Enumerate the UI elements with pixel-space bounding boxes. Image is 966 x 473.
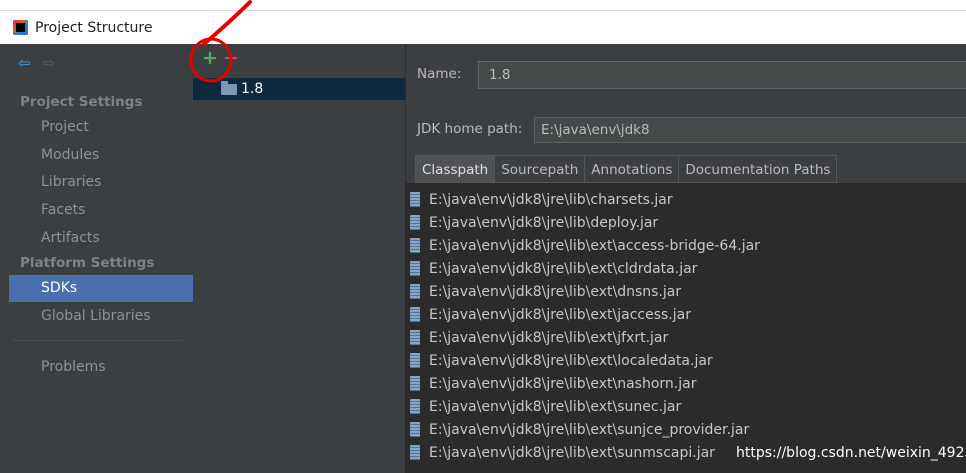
name-field[interactable]: 1.8 bbox=[478, 61, 966, 89]
title-bar: Project Structure bbox=[0, 10, 966, 44]
jar-icon bbox=[410, 353, 420, 368]
jar-icon bbox=[410, 399, 420, 414]
list-item[interactable]: E:\java\env\jdk8\jre\lib\ext\localedata.… bbox=[406, 349, 966, 372]
list-item[interactable]: E:\java\env\jdk8\jre\lib\ext\nashorn.jar bbox=[406, 372, 966, 395]
sdk-name: 1.8 bbox=[241, 81, 264, 97]
sdk-toolbar: + − bbox=[193, 44, 405, 74]
classpath-list: E:\java\env\jdk8\jre\lib\charsets.jar E:… bbox=[406, 183, 966, 473]
jar-path: E:\java\env\jdk8\jre\lib\ext\nashorn.jar bbox=[429, 375, 697, 392]
list-item[interactable]: E:\java\env\jdk8\jre\lib\ext\sunec.jar bbox=[406, 395, 966, 418]
back-arrow-icon[interactable]: ⇦ bbox=[18, 56, 31, 71]
jar-icon bbox=[410, 284, 420, 299]
classpath-tabs: Classpath Sourcepath Annotations Documen… bbox=[415, 155, 838, 183]
jar-path: E:\java\env\jdk8\jre\lib\deploy.jar bbox=[429, 214, 659, 231]
sidebar-item-problems[interactable]: Problems bbox=[9, 354, 193, 381]
jar-path: E:\java\env\jdk8\jre\lib\ext\sunmscapi.j… bbox=[429, 444, 715, 461]
app-icon bbox=[13, 20, 28, 35]
jdk-home-field[interactable]: E:\java\env\jdk8 bbox=[534, 117, 966, 143]
sidebar-item-modules[interactable]: Modules bbox=[9, 142, 193, 169]
jar-path: E:\java\env\jdk8\jre\lib\ext\sunec.jar bbox=[429, 398, 682, 415]
folder-icon bbox=[221, 80, 237, 95]
jar-path: E:\java\env\jdk8\jre\lib\ext\localedata.… bbox=[429, 352, 713, 369]
jar-icon bbox=[410, 330, 420, 345]
sidebar-divider bbox=[12, 340, 182, 341]
jar-path: E:\java\env\jdk8\jre\lib\ext\sunjce_prov… bbox=[429, 421, 750, 438]
tab-classpath[interactable]: Classpath bbox=[415, 155, 496, 183]
add-icon[interactable]: + bbox=[202, 49, 218, 68]
list-item[interactable]: E:\java\env\jdk8\jre\lib\ext\dnsns.jar bbox=[406, 280, 966, 303]
list-item[interactable]: E:\java\env\jdk8\jre\lib\ext\sunjce_prov… bbox=[406, 418, 966, 441]
jar-path: E:\java\env\jdk8\jre\lib\charsets.jar bbox=[429, 191, 673, 208]
list-item[interactable]: E:\java\env\jdk8\jre\lib\ext\access-brid… bbox=[406, 234, 966, 257]
sidebar-item-artifacts[interactable]: Artifacts bbox=[9, 225, 193, 252]
list-item[interactable]: E:\java\env\jdk8\jre\lib\ext\jaccess.jar bbox=[406, 303, 966, 326]
jar-path: E:\java\env\jdk8\jre\lib\ext\access-brid… bbox=[429, 237, 760, 254]
forward-arrow-icon[interactable]: ⇨ bbox=[43, 56, 56, 71]
platform-settings-header: Platform Settings bbox=[20, 255, 155, 271]
dialog-body: ⇦ ⇨ Project Settings Project Modules Lib… bbox=[0, 44, 966, 473]
list-item[interactable]: E:\java\env\jdk8\jre\lib\ext\jfxrt.jar bbox=[406, 326, 966, 349]
watermark: https://blog.csdn.net/weixin_49255846 bbox=[736, 445, 966, 461]
jar-icon bbox=[410, 376, 420, 391]
nav-arrows: ⇦ ⇨ bbox=[18, 56, 55, 71]
sidebar-item-project[interactable]: Project bbox=[9, 114, 193, 141]
jar-icon bbox=[410, 192, 420, 207]
jar-path: E:\java\env\jdk8\jre\lib\ext\cldrdata.ja… bbox=[429, 260, 698, 277]
sidebar-item-facets[interactable]: Facets bbox=[9, 197, 193, 224]
sidebar-item-sdks[interactable]: SDKs bbox=[9, 275, 193, 302]
sdk-list-panel: + − 1.8 bbox=[193, 44, 406, 473]
jar-icon bbox=[410, 422, 420, 437]
sdk-list-item[interactable]: 1.8 bbox=[193, 78, 405, 100]
jar-icon bbox=[410, 445, 420, 460]
sidebar-item-libraries[interactable]: Libraries bbox=[9, 169, 193, 196]
jar-icon bbox=[410, 215, 420, 230]
project-settings-header: Project Settings bbox=[20, 94, 143, 110]
list-item[interactable]: E:\java\env\jdk8\jre\lib\deploy.jar bbox=[406, 211, 966, 234]
sdk-details: Name: 1.8 JDK home path: E:\java\env\jdk… bbox=[406, 44, 966, 473]
sidebar: ⇦ ⇨ Project Settings Project Modules Lib… bbox=[0, 44, 194, 473]
jar-icon bbox=[410, 307, 420, 322]
list-item[interactable]: E:\java\env\jdk8\jre\lib\charsets.jar bbox=[406, 188, 966, 211]
jar-path: E:\java\env\jdk8\jre\lib\ext\jfxrt.jar bbox=[429, 329, 669, 346]
tab-annotations[interactable]: Annotations bbox=[585, 155, 680, 183]
jdk-home-label: JDK home path: bbox=[417, 121, 523, 137]
remove-icon[interactable]: − bbox=[223, 49, 239, 68]
jar-icon bbox=[410, 238, 420, 253]
sidebar-item-global-libraries[interactable]: Global Libraries bbox=[9, 303, 193, 330]
jar-icon bbox=[410, 261, 420, 276]
tab-sourcepath[interactable]: Sourcepath bbox=[495, 155, 586, 183]
name-label: Name: bbox=[417, 66, 462, 82]
jar-path: E:\java\env\jdk8\jre\lib\ext\jaccess.jar bbox=[429, 306, 691, 323]
tab-documentation-paths[interactable]: Documentation Paths bbox=[679, 155, 838, 183]
jar-path: E:\java\env\jdk8\jre\lib\ext\dnsns.jar bbox=[429, 283, 682, 300]
window-title: Project Structure bbox=[35, 19, 153, 36]
list-item[interactable]: E:\java\env\jdk8\jre\lib\ext\cldrdata.ja… bbox=[406, 257, 966, 280]
